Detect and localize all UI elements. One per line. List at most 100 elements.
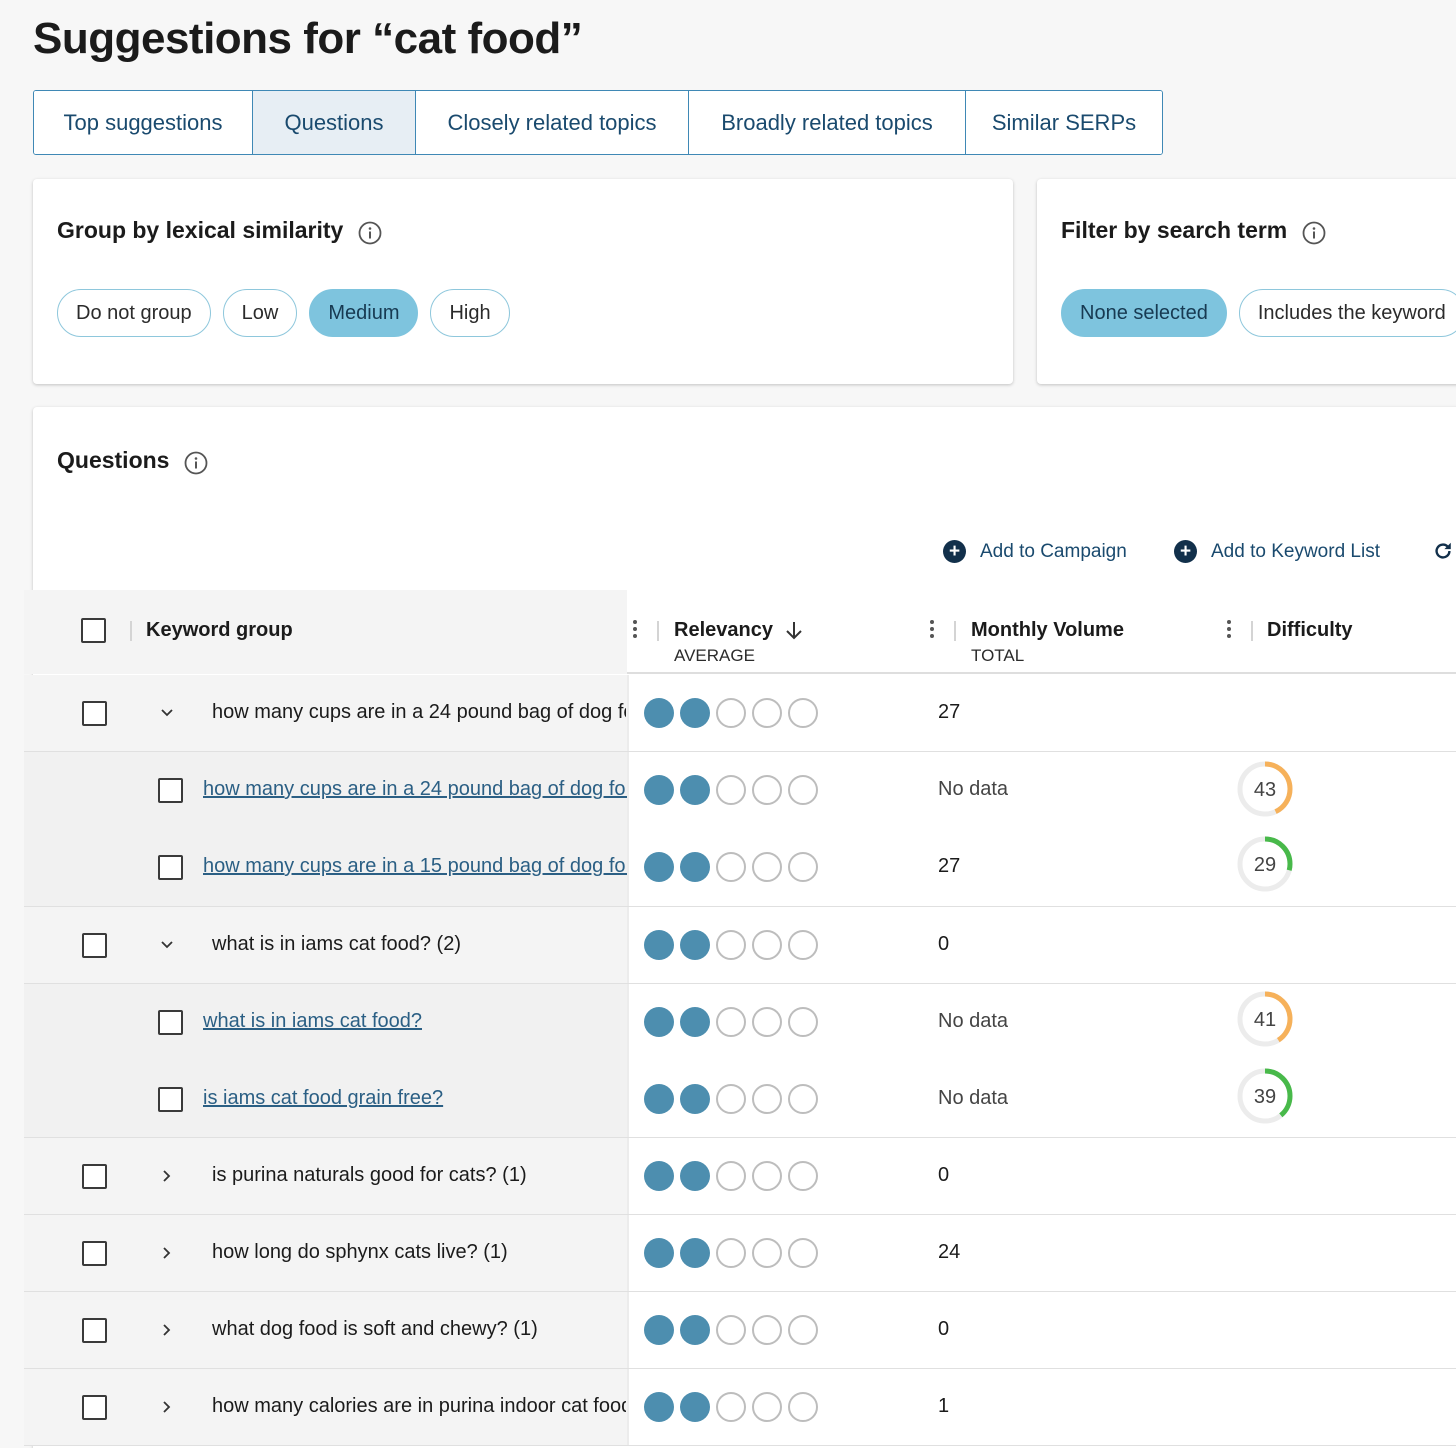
- group-option-medium[interactable]: Medium: [309, 289, 419, 337]
- row-checkbox[interactable]: [82, 1318, 107, 1343]
- keyword-link[interactable]: what is in iams cat food?: [203, 1010, 627, 1033]
- chevron-right-icon[interactable]: [160, 1246, 174, 1260]
- relevancy-dot-empty: [716, 1084, 746, 1114]
- keyword-group-label: what is in iams cat food? (2): [212, 933, 461, 955]
- relevancy-dot-empty: [716, 775, 746, 805]
- row-checkbox[interactable]: [82, 1164, 107, 1189]
- row-checkbox[interactable]: [82, 701, 107, 726]
- relevancy-dot-filled: [644, 698, 674, 728]
- keyword-link[interactable]: how many cups are in a 15 pound bag of d…: [203, 855, 627, 878]
- info-icon[interactable]: [358, 221, 382, 245]
- add-to-keyword-list-label: Add to Keyword List: [1211, 540, 1380, 562]
- refresh-icon[interactable]: [1432, 540, 1454, 562]
- relevancy-dot-filled: [644, 852, 674, 882]
- table-row[interactable]: how long do sphynx cats live? (1) 24: [24, 1215, 1456, 1292]
- tab-questions[interactable]: Questions: [253, 91, 416, 154]
- difficulty-value: 39: [1254, 1086, 1276, 1108]
- chevron-right-icon[interactable]: [160, 1169, 174, 1183]
- table-row[interactable]: how many calories are in purina indoor c…: [24, 1369, 1456, 1446]
- row-checkbox[interactable]: [82, 933, 107, 958]
- column-keyword-group[interactable]: Keyword group: [146, 619, 293, 642]
- table-row[interactable]: how many cups are in a 15 pound bag of d…: [24, 829, 1456, 907]
- chevron-down-icon[interactable]: [160, 706, 174, 720]
- relevancy-dots: [644, 1084, 818, 1114]
- relevancy-dot-filled: [680, 1007, 710, 1037]
- difficulty-value: 43: [1254, 779, 1276, 801]
- column-menu-icon[interactable]: [930, 620, 936, 641]
- monthly-volume-value: 0: [938, 933, 950, 955]
- table-row[interactable]: is purina naturals good for cats? (1) 0: [24, 1138, 1456, 1215]
- column-relevancy[interactable]: Relevancy AVERAGE: [674, 619, 803, 666]
- sort-arrow-down-icon[interactable]: [785, 621, 803, 641]
- relevancy-dot-empty: [788, 1007, 818, 1037]
- row-checkbox[interactable]: [158, 855, 183, 880]
- relevancy-label: Relevancy: [674, 619, 773, 641]
- relevancy-dot-filled: [680, 698, 710, 728]
- add-to-keyword-list-button[interactable]: + Add to Keyword List: [1174, 540, 1380, 563]
- monthly-volume-value: 1: [938, 1395, 950, 1417]
- group-option-do-not-group[interactable]: Do not group: [57, 289, 211, 337]
- relevancy-dot-empty: [752, 852, 782, 882]
- select-all-checkbox[interactable]: [81, 618, 106, 643]
- row-checkbox[interactable]: [158, 1087, 183, 1112]
- tab-similar-serps[interactable]: Similar SERPs: [966, 91, 1162, 154]
- relevancy-dot-filled: [644, 1084, 674, 1114]
- relevancy-dot-empty: [752, 1007, 782, 1037]
- difficulty-donut: 29: [1237, 836, 1293, 892]
- column-menu-icon[interactable]: [633, 620, 639, 641]
- filter-title: Filter by search term: [1061, 217, 1288, 243]
- relevancy-dot-empty: [716, 698, 746, 728]
- add-to-campaign-button[interactable]: + Add to Campaign: [943, 540, 1127, 563]
- relevancy-dot-empty: [788, 775, 818, 805]
- group-option-high[interactable]: High: [430, 289, 510, 337]
- table-row[interactable]: how many cups are in a 24 pound bag of d…: [24, 675, 1456, 752]
- group-by-title: Group by lexical similarity: [57, 217, 344, 243]
- filter-options: None selected Includes the keyword: [1061, 289, 1456, 337]
- row-checkbox[interactable]: [158, 778, 183, 803]
- table-row[interactable]: is iams cat food grain free? No data 39: [24, 1061, 1456, 1138]
- relevancy-dots: [644, 852, 818, 882]
- relevancy-dot-empty: [788, 930, 818, 960]
- relevancy-dot-empty: [752, 775, 782, 805]
- column-difficulty[interactable]: Difficulty: [1267, 619, 1353, 642]
- relevancy-dot-empty: [716, 852, 746, 882]
- relevancy-dot-empty: [788, 1238, 818, 1268]
- filter-option-none-selected[interactable]: None selected: [1061, 289, 1227, 337]
- row-checkbox[interactable]: [158, 1010, 183, 1035]
- relevancy-dot-empty: [716, 1161, 746, 1191]
- relevancy-dots: [644, 1392, 818, 1422]
- keyword-group-label: is purina naturals good for cats? (1): [212, 1164, 527, 1186]
- keyword-link[interactable]: is iams cat food grain free?: [203, 1087, 627, 1110]
- tab-broadly-related-topics[interactable]: Broadly related topics: [689, 91, 966, 154]
- table-row[interactable]: what is in iams cat food? (2) 0: [24, 907, 1456, 984]
- relevancy-dot-empty: [716, 1392, 746, 1422]
- chevron-right-icon[interactable]: [160, 1400, 174, 1414]
- relevancy-dots: [644, 775, 818, 805]
- column-menu-icon[interactable]: [1227, 620, 1233, 641]
- questions-title: Questions: [57, 447, 170, 473]
- relevancy-dots: [644, 698, 818, 728]
- table-row[interactable]: how many cups are in a 24 pound bag of d…: [24, 752, 1456, 829]
- row-checkbox[interactable]: [82, 1395, 107, 1420]
- relevancy-dot-empty: [716, 1007, 746, 1037]
- keyword-link[interactable]: how many cups are in a 24 pound bag of d…: [203, 778, 627, 801]
- relevancy-dots: [644, 930, 818, 960]
- info-icon[interactable]: [184, 451, 208, 475]
- table-row[interactable]: what is in iams cat food? No data 41: [24, 984, 1456, 1061]
- relevancy-dot-empty: [788, 1084, 818, 1114]
- relevancy-dot-empty: [716, 1238, 746, 1268]
- relevancy-dot-empty: [788, 698, 818, 728]
- table-row[interactable]: what dog food is soft and chewy? (1) 0: [24, 1292, 1456, 1369]
- tab-top-suggestions[interactable]: Top suggestions: [34, 91, 253, 154]
- group-option-low[interactable]: Low: [222, 289, 298, 337]
- chevron-down-icon[interactable]: [160, 938, 174, 952]
- chevron-right-icon[interactable]: [160, 1323, 174, 1337]
- column-monthly-volume[interactable]: Monthly Volume TOTAL: [971, 619, 1124, 666]
- filter-option-includes-keyword[interactable]: Includes the keyword: [1238, 289, 1456, 337]
- relevancy-dot-empty: [716, 1315, 746, 1345]
- row-checkbox[interactable]: [82, 1241, 107, 1266]
- tab-closely-related-topics[interactable]: Closely related topics: [416, 91, 689, 154]
- relevancy-dot-filled: [644, 1392, 674, 1422]
- relevancy-dot-filled: [680, 775, 710, 805]
- info-icon[interactable]: [1302, 221, 1326, 245]
